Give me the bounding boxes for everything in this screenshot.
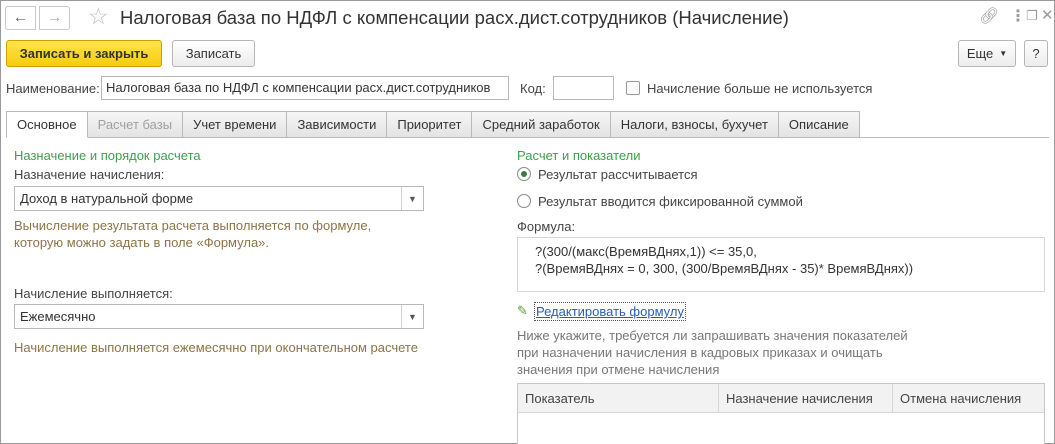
tab-time-accounting[interactable]: Учет времени [183,111,288,138]
code-field[interactable] [553,76,614,100]
link-icon[interactable]: 🔗︎ [979,6,999,26]
chevron-down-icon[interactable]: ▼ [401,305,423,328]
name-label: Наименование: [6,81,100,96]
window-title: Налоговая база по НДФЛ с компенсации рас… [120,7,789,28]
more-icon[interactable]: ⋮ [1010,6,1026,26]
table-header: Показатель Назначение начисления Отмена … [518,384,1044,413]
column-cancellation[interactable]: Отмена начисления [893,384,1044,412]
close-icon[interactable]: ✕ [1041,6,1054,24]
indicators-section-title: Расчет и показатели [517,148,641,163]
save-button[interactable]: Записать [172,40,255,67]
purpose-hint: Вычисление результата расчета выполняетс… [14,218,372,250]
tab-dependencies[interactable]: Зависимости [287,111,388,138]
column-indicator[interactable]: Показатель [518,384,719,412]
radio-fixed[interactable] [517,194,531,208]
radio-calculated[interactable] [517,167,531,181]
more-button-label: Еще [966,46,994,61]
code-label: Код: [520,81,546,96]
tab-taxes[interactable]: Налоги, взносы, бухучет [610,111,779,138]
tab-base-calc[interactable]: Расчет базы [87,111,184,138]
purpose-label: Назначение начисления: [14,167,165,182]
chevron-down-icon: ▼ [999,49,1008,58]
back-button[interactable]: ← [5,6,36,30]
star-icon[interactable]: ☆ [88,3,109,30]
forward-button[interactable]: → [39,6,70,30]
purpose-section-title: Назначение и порядок расчета [14,148,201,163]
purpose-select-value: Доход в натуральной форме [20,191,194,206]
more-button[interactable]: Еще ▼ [958,40,1016,67]
formula-label: Формула: [517,219,576,234]
arrow-right-icon: → [46,9,63,26]
tab-main[interactable]: Основное [6,111,88,138]
chevron-down-icon[interactable]: ▼ [401,187,423,210]
edit-formula-link[interactable]: Редактировать формулу [534,302,686,321]
schedule-select[interactable]: Ежемесячно ▼ [14,304,424,329]
formula-field[interactable]: ?(300/(макс(ВремяВДнях,1)) <= 35,0, ?(Вр… [517,237,1045,292]
column-assignment[interactable]: Назначение начисления [719,384,893,412]
schedule-select-value: Ежемесячно [20,309,96,324]
tab-description[interactable]: Описание [778,111,860,138]
indicators-table[interactable]: Показатель Назначение начисления Отмена … [517,383,1045,444]
tab-bar: Основное Расчет базы Учет времени Зависи… [6,111,860,138]
restore-icon[interactable]: ❐ [1026,8,1038,24]
radio-fixed-label: Результат вводится фиксированной суммой [538,194,803,209]
schedule-hint: Начисление выполняется ежемесячно при ок… [14,340,418,355]
tab-average-earnings[interactable]: Средний заработок [472,111,611,138]
unused-label: Начисление больше не используется [647,81,873,96]
unused-checkbox[interactable] [626,81,640,95]
tab-priority[interactable]: Приоритет [387,111,473,138]
indicators-hint: Ниже укажите, требуется ли запрашивать з… [517,328,908,377]
schedule-label: Начисление выполняется: [14,286,173,301]
pencil-icon: ✎ [517,303,528,318]
help-button[interactable]: ? [1024,40,1048,67]
name-field[interactable]: Налоговая база по НДФЛ с компенсации рас… [101,76,509,100]
arrow-left-icon: ← [12,9,29,26]
radio-calculated-label: Результат рассчитывается [538,167,698,182]
purpose-select[interactable]: Доход в натуральной форме ▼ [14,186,424,211]
save-and-close-button[interactable]: Записать и закрыть [6,40,162,67]
